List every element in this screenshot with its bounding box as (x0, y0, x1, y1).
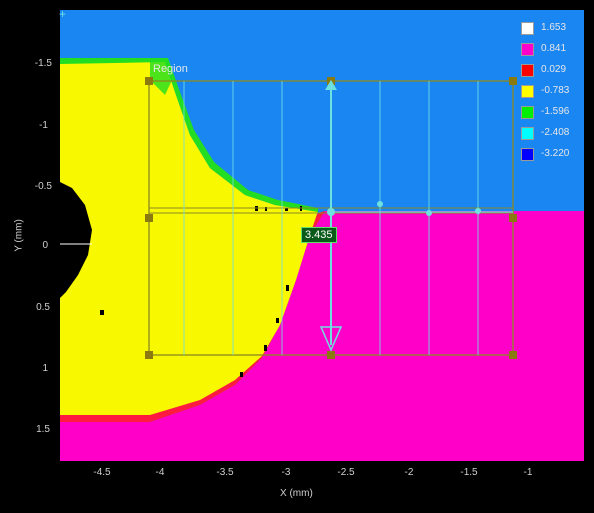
x-tick: -3.5 (216, 467, 234, 478)
legend-label: 0.029 (541, 64, 567, 75)
legend-item: -2.408 (519, 127, 587, 148)
x-tick: -4.5 (93, 467, 111, 478)
legend-swatch (521, 106, 534, 119)
legend-swatch (521, 85, 534, 98)
legend-label: -3.220 (541, 148, 570, 159)
measurement-label: 3.435 (301, 227, 337, 243)
y-tick: 1.5 (36, 424, 50, 435)
y-axis-label: Y (mm) (13, 219, 25, 252)
y-tick: 0.5 (36, 302, 50, 313)
y-tick: -0.5 (34, 181, 52, 192)
legend-item: 1.653 (519, 22, 587, 43)
x-tick: -3 (281, 467, 291, 478)
region-label: Region (153, 63, 188, 75)
legend-item: -1.596 (519, 106, 587, 127)
height-map-plot[interactable]: + (0, 0, 594, 513)
legend-label: 1.653 (541, 22, 567, 33)
x-tick: -1 (523, 467, 533, 478)
y-tick: -1.5 (34, 58, 52, 69)
x-tick: -1.5 (460, 467, 478, 478)
x-axis-label: X (mm) (280, 488, 313, 499)
legend-swatch (521, 22, 534, 35)
x-tick: -2 (404, 467, 414, 478)
x-tick: -4 (155, 467, 165, 478)
color-legend: 1.653 0.841 0.029 -0.783 -1.596 -2.408 -… (519, 22, 587, 169)
legend-swatch (521, 148, 534, 161)
legend-swatch (521, 43, 534, 56)
legend-item: 0.029 (519, 64, 587, 85)
height-map-viewer[interactable]: + -1.5 -1 -0.5 0 0.5 1 1.5 -4.5 -4 -3.5 … (0, 0, 594, 513)
y-tick: -1 (39, 120, 48, 131)
x-tick: -2.5 (337, 467, 355, 478)
corner-plus-icon: + (59, 7, 66, 21)
legend-item: 0.841 (519, 43, 587, 64)
legend-label: -2.408 (541, 127, 570, 138)
legend-swatch (521, 64, 534, 77)
y-tick: 1 (42, 363, 48, 374)
legend-swatch (521, 127, 534, 140)
legend-label: -1.596 (541, 106, 570, 117)
legend-label: -0.783 (541, 85, 570, 96)
legend-label: 0.841 (541, 43, 567, 54)
legend-item: -3.220 (519, 148, 587, 169)
legend-item: -0.783 (519, 85, 587, 106)
